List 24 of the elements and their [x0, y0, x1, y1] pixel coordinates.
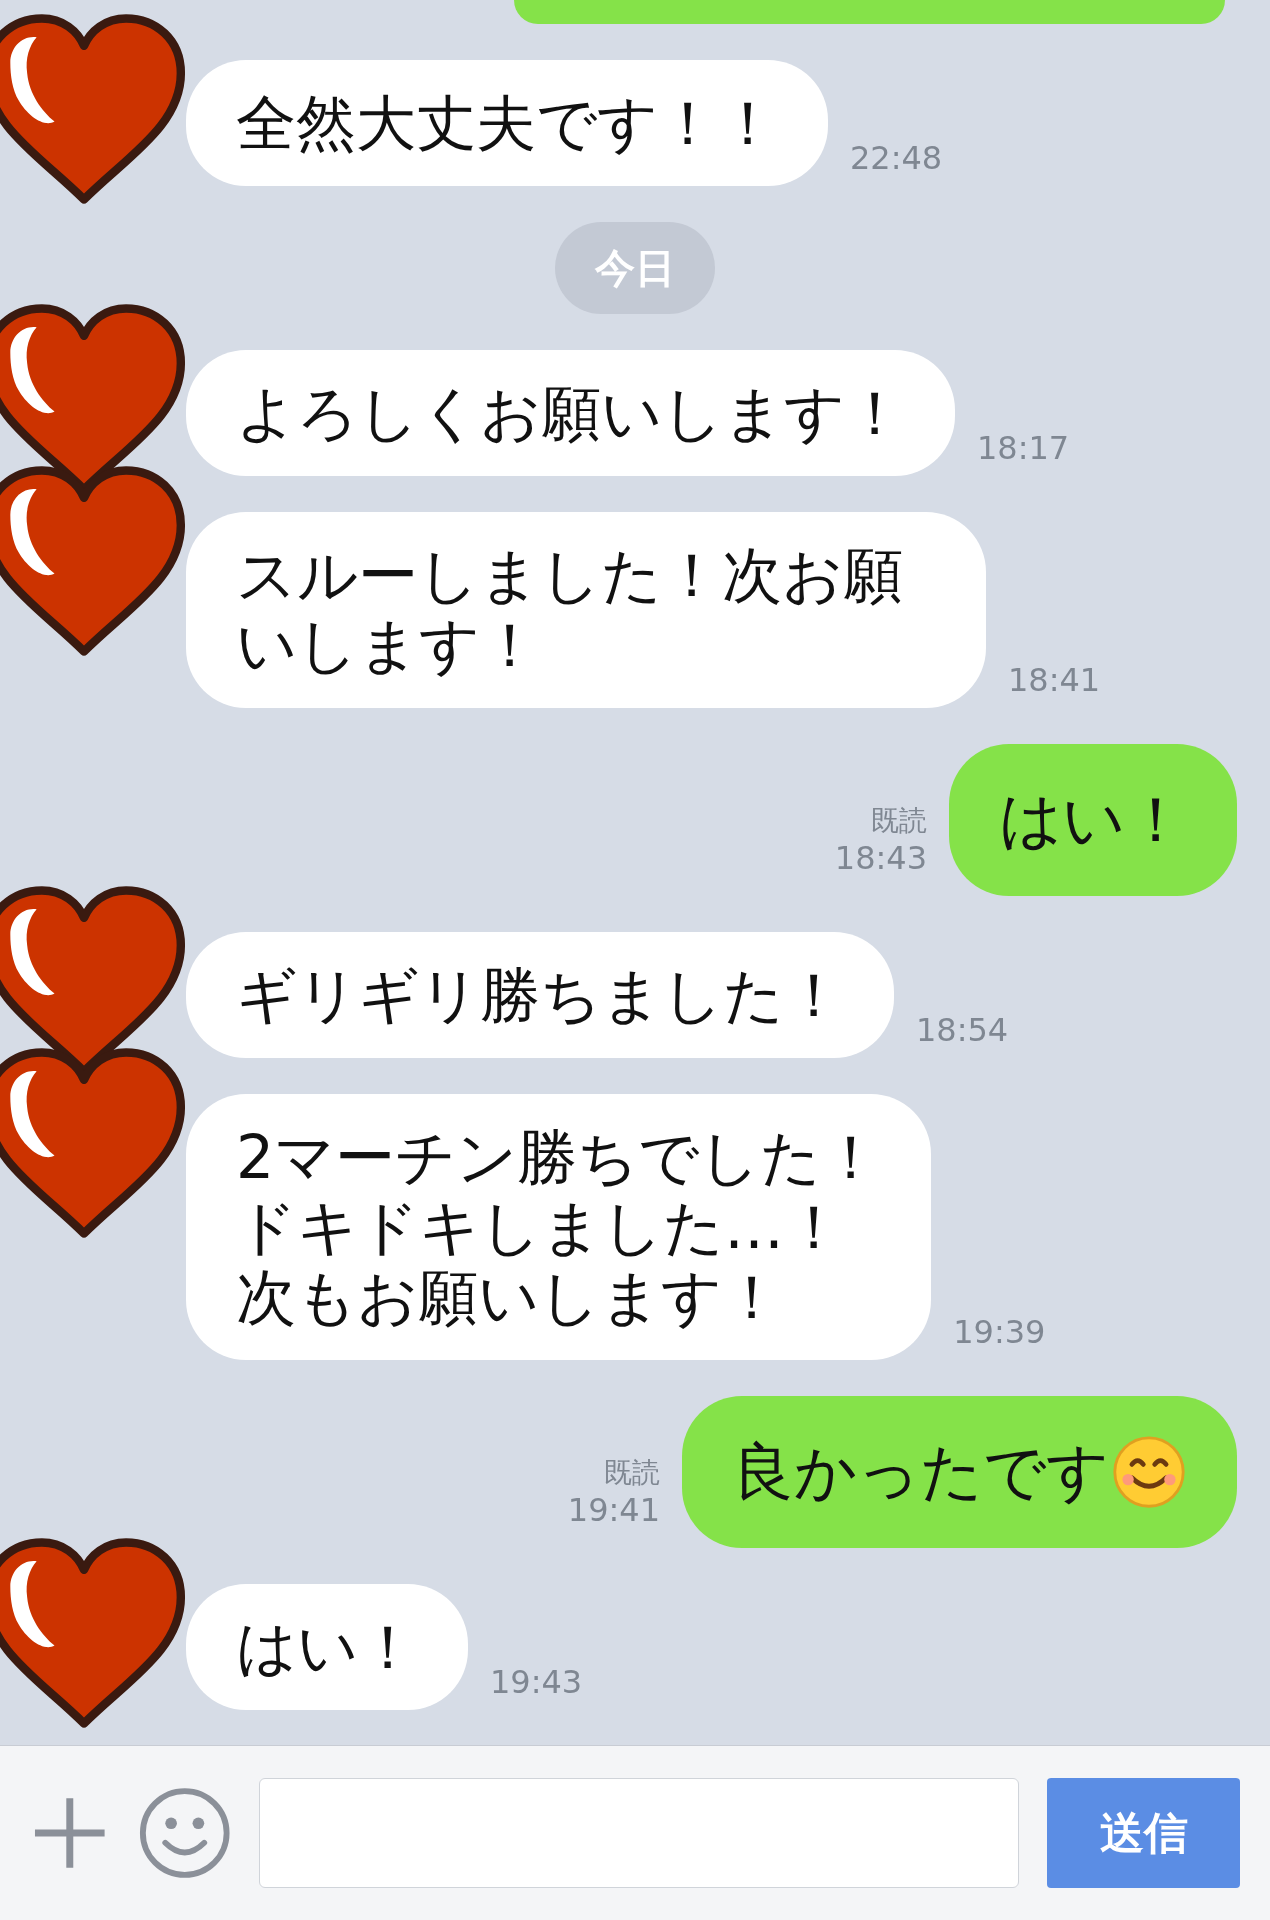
smiley-icon[interactable]	[137, 1786, 232, 1880]
message-time: 18:54	[916, 1010, 1009, 1051]
message-time: 18:43	[834, 838, 927, 878]
message-bubble: 良かったです	[682, 1396, 1237, 1548]
message-time: 19:41	[567, 1490, 660, 1530]
read-label: 既読	[871, 804, 927, 838]
message-input-field[interactable]	[259, 1778, 1020, 1888]
read-label: 既読	[604, 1456, 660, 1490]
message-time: 18:17	[977, 428, 1070, 469]
message-time: 19:39	[953, 1312, 1046, 1353]
send-button[interactable]: 送信	[1047, 1778, 1240, 1888]
message-bubble: 全然大丈夫です！！	[186, 60, 828, 186]
message-time: 19:43	[490, 1662, 583, 1703]
message-line: 次もお願いします！	[236, 1262, 783, 1332]
message-bubble: はい！	[186, 1584, 468, 1710]
message-line: ドキドキしました…！	[236, 1192, 845, 1262]
message-bubble: ギリギリ勝ちました！	[186, 932, 894, 1058]
message-time: 22:48	[850, 138, 943, 179]
message-bubble: スルーしました！次お願いします！	[186, 512, 986, 708]
message-bubble: はい！	[949, 744, 1237, 896]
message-line: 2マーチン勝ちでした！	[236, 1122, 882, 1192]
date-pill: 今日	[555, 222, 715, 314]
message-time: 18:41	[1008, 660, 1101, 701]
message-bubble: よろしくお願いします！	[186, 350, 955, 476]
